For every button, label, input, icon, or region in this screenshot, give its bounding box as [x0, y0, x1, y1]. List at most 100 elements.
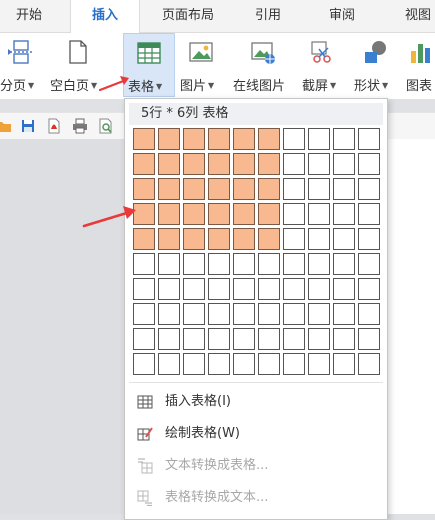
- grid-cell[interactable]: [308, 253, 330, 275]
- grid-cell[interactable]: [283, 228, 305, 250]
- grid-cell[interactable]: [333, 178, 355, 200]
- grid-cell[interactable]: [358, 228, 380, 250]
- grid-cell[interactable]: [133, 328, 155, 350]
- grid-cell[interactable]: [358, 153, 380, 175]
- grid-cell[interactable]: [208, 278, 230, 300]
- grid-cell[interactable]: [233, 278, 255, 300]
- picture-button[interactable]: 图片 ▼: [178, 33, 228, 97]
- grid-cell[interactable]: [308, 228, 330, 250]
- grid-cell-selected[interactable]: [208, 128, 230, 150]
- grid-cell[interactable]: [233, 303, 255, 325]
- grid-cell[interactable]: [158, 253, 180, 275]
- grid-cell[interactable]: [258, 328, 280, 350]
- grid-cell-selected[interactable]: [133, 153, 155, 175]
- grid-cell[interactable]: [208, 303, 230, 325]
- screenshot-button[interactable]: 截屏 ▼: [300, 33, 348, 97]
- grid-cell[interactable]: [333, 303, 355, 325]
- grid-cell[interactable]: [333, 203, 355, 225]
- grid-cell-selected[interactable]: [258, 153, 280, 175]
- grid-cell[interactable]: [158, 328, 180, 350]
- grid-cell[interactable]: [258, 303, 280, 325]
- grid-cell-selected[interactable]: [233, 153, 255, 175]
- grid-cell-selected[interactable]: [208, 203, 230, 225]
- grid-cell-selected[interactable]: [258, 228, 280, 250]
- grid-cell[interactable]: [358, 253, 380, 275]
- grid-cell-selected[interactable]: [258, 203, 280, 225]
- grid-cell-selected[interactable]: [183, 203, 205, 225]
- open-folder-icon[interactable]: [0, 118, 12, 134]
- grid-cell[interactable]: [158, 303, 180, 325]
- table-button[interactable]: 表格 ▼: [123, 33, 175, 97]
- grid-cell[interactable]: [283, 353, 305, 375]
- grid-cell[interactable]: [358, 203, 380, 225]
- grid-cell[interactable]: [308, 178, 330, 200]
- grid-cell[interactable]: [308, 303, 330, 325]
- insert-table-item[interactable]: 插入表格(I): [137, 390, 377, 414]
- document-page[interactable]: [386, 139, 435, 514]
- grid-cell[interactable]: [358, 278, 380, 300]
- grid-cell-selected[interactable]: [258, 128, 280, 150]
- grid-cell[interactable]: [333, 253, 355, 275]
- grid-cell-selected[interactable]: [233, 203, 255, 225]
- grid-cell[interactable]: [358, 303, 380, 325]
- save-icon[interactable]: [20, 118, 36, 134]
- grid-cell[interactable]: [283, 178, 305, 200]
- grid-cell-selected[interactable]: [183, 178, 205, 200]
- grid-cell[interactable]: [133, 278, 155, 300]
- tab-view[interactable]: 视图: [388, 0, 435, 32]
- grid-cell[interactable]: [358, 353, 380, 375]
- draw-table-item[interactable]: 绘制表格(W): [137, 422, 377, 446]
- tab-start[interactable]: 开始: [0, 0, 58, 32]
- grid-cell[interactable]: [158, 353, 180, 375]
- grid-cell[interactable]: [333, 228, 355, 250]
- grid-cell-selected[interactable]: [158, 178, 180, 200]
- grid-cell[interactable]: [358, 128, 380, 150]
- grid-cell[interactable]: [208, 353, 230, 375]
- tab-review[interactable]: 审阅: [310, 0, 374, 32]
- grid-cell[interactable]: [283, 278, 305, 300]
- grid-cell[interactable]: [183, 303, 205, 325]
- grid-cell[interactable]: [308, 353, 330, 375]
- grid-cell[interactable]: [333, 128, 355, 150]
- grid-cell[interactable]: [208, 253, 230, 275]
- grid-cell[interactable]: [358, 178, 380, 200]
- grid-cell[interactable]: [133, 353, 155, 375]
- grid-cell[interactable]: [183, 253, 205, 275]
- grid-cell-selected[interactable]: [183, 128, 205, 150]
- grid-cell[interactable]: [333, 328, 355, 350]
- grid-cell-selected[interactable]: [158, 153, 180, 175]
- grid-cell[interactable]: [258, 253, 280, 275]
- table-to-text-item[interactable]: 表格转换成文本...: [137, 486, 377, 510]
- grid-cell[interactable]: [283, 303, 305, 325]
- grid-cell[interactable]: [333, 353, 355, 375]
- grid-cell-selected[interactable]: [133, 128, 155, 150]
- grid-cell[interactable]: [283, 328, 305, 350]
- grid-cell[interactable]: [258, 353, 280, 375]
- grid-cell-selected[interactable]: [158, 128, 180, 150]
- grid-cell-selected[interactable]: [208, 228, 230, 250]
- grid-cell[interactable]: [308, 153, 330, 175]
- grid-cell[interactable]: [308, 128, 330, 150]
- grid-cell[interactable]: [308, 203, 330, 225]
- grid-cell-selected[interactable]: [133, 228, 155, 250]
- grid-cell[interactable]: [283, 203, 305, 225]
- grid-cell[interactable]: [233, 328, 255, 350]
- grid-cell-selected[interactable]: [233, 228, 255, 250]
- grid-cell-selected[interactable]: [233, 178, 255, 200]
- grid-cell[interactable]: [208, 328, 230, 350]
- grid-cell[interactable]: [283, 253, 305, 275]
- tab-insert[interactable]: 插入: [70, 0, 140, 33]
- print-preview-icon[interactable]: [98, 118, 114, 134]
- text-to-table-item[interactable]: 文本转换成表格...: [137, 454, 377, 478]
- grid-cell[interactable]: [183, 353, 205, 375]
- grid-cell[interactable]: [283, 153, 305, 175]
- grid-cell-selected[interactable]: [158, 203, 180, 225]
- grid-cell[interactable]: [308, 278, 330, 300]
- grid-cell-selected[interactable]: [158, 228, 180, 250]
- tab-references[interactable]: 引用: [238, 0, 298, 32]
- grid-cell[interactable]: [333, 153, 355, 175]
- tab-page-layout[interactable]: 页面布局: [150, 0, 226, 32]
- grid-cell[interactable]: [283, 128, 305, 150]
- grid-cell-selected[interactable]: [183, 228, 205, 250]
- online-picture-button[interactable]: 在线图片: [230, 33, 296, 97]
